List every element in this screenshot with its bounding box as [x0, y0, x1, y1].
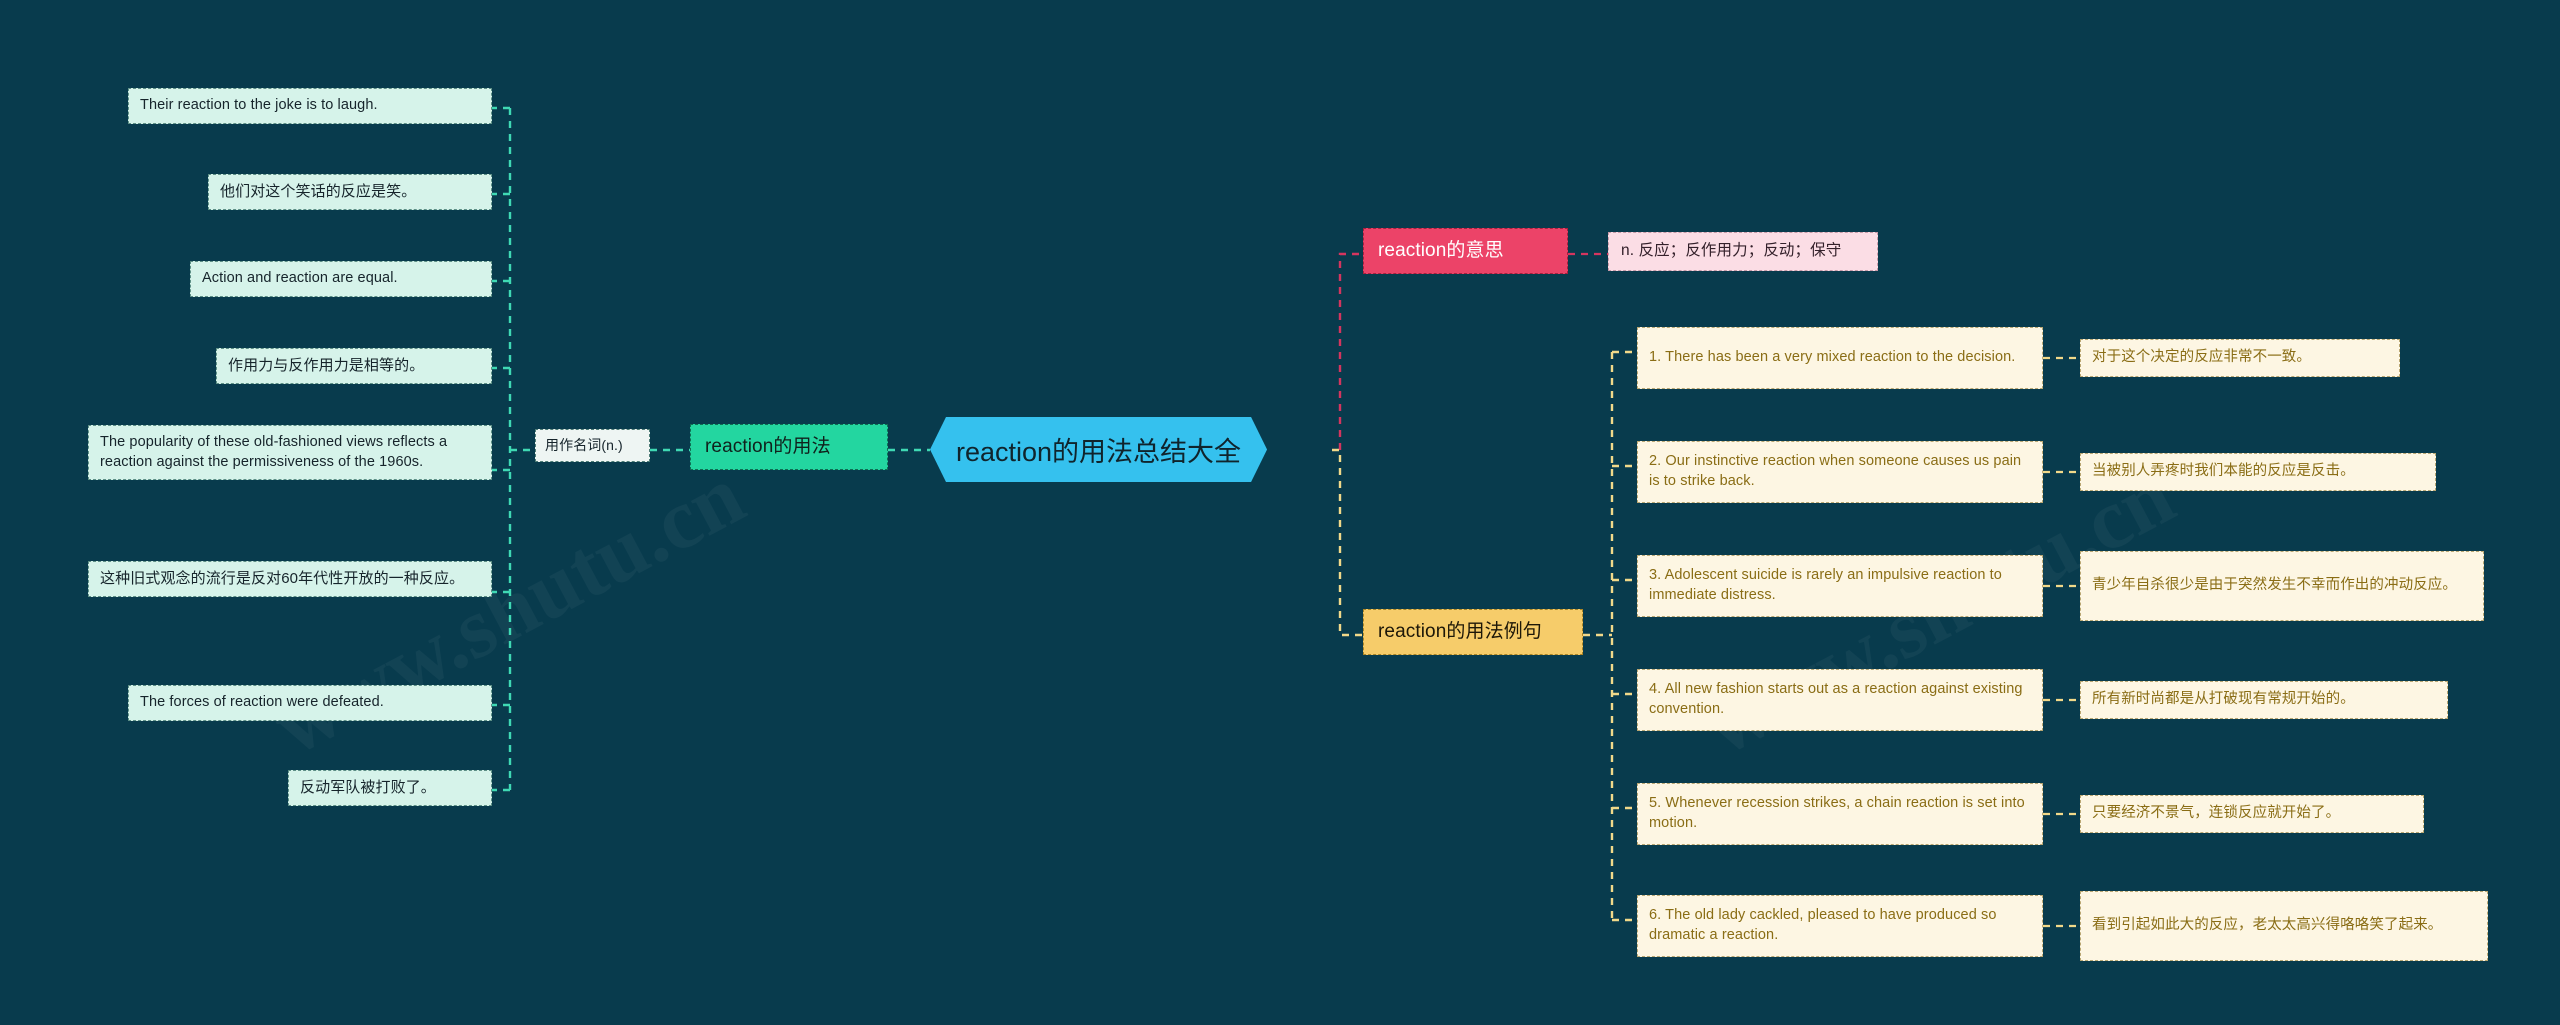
example-sentence: 3. Adolescent suicide is rarely an impul…	[1649, 567, 2002, 603]
leaf-text: Their reaction to the joke is to laugh.	[140, 97, 378, 113]
example-sentence: 4. All new fashion starts out as a react…	[1649, 681, 2023, 717]
list-item[interactable]: 1. There has been a very mixed reaction …	[1637, 327, 2043, 389]
example-sentence: 2. Our instinctive reaction when someone…	[1649, 453, 2022, 489]
leaf-text: 作用力与反作用力是相等的。	[228, 357, 425, 374]
leaf-text: 这种旧式观念的流行是反对60年代性开放的一种反应。	[100, 570, 465, 587]
node-label: reaction的意思	[1378, 240, 1504, 261]
node-label: 用作名词(n.)	[545, 437, 623, 453]
example-translation: 当被别人弄疼时我们本能的反应是反击。	[2092, 463, 2355, 479]
center-node[interactable]: reaction的用法总结大全	[930, 417, 1267, 482]
example-translation: 看到引起如此大的反应，老太太高兴得咯咯笑了起来。	[2092, 917, 2443, 934]
list-item[interactable]: 2. Our instinctive reaction when someone…	[1637, 441, 2043, 503]
leaf-text: Action and reaction are equal.	[202, 270, 398, 286]
mindmap-canvas: www.shutu.cn www.shutu.cn	[0, 0, 2560, 1025]
connector-lines	[492, 106, 2080, 928]
meaning-text: n. 反应；反作用力；反动；保守	[1621, 242, 1842, 259]
example-sentence: 5. Whenever recession strikes, a chain r…	[1649, 795, 2025, 831]
list-item[interactable]: Action and reaction are equal.	[190, 261, 492, 297]
list-item[interactable]: 4. All new fashion starts out as a react…	[1637, 669, 2043, 731]
list-item[interactable]: 3. Adolescent suicide is rarely an impul…	[1637, 555, 2043, 617]
list-item[interactable]: 他们对这个笑话的反应是笑。	[208, 174, 492, 211]
example-sentence: 1. There has been a very mixed reaction …	[1649, 349, 2016, 366]
list-item[interactable]: 当被别人弄疼时我们本能的反应是反击。	[2080, 453, 2436, 491]
page-title: reaction的用法总结大全	[930, 417, 1267, 482]
example-translation: 青少年自杀很少是由于突然发生不幸而作出的冲动反应。	[2092, 577, 2457, 594]
node-usage-branch[interactable]: reaction的用法	[690, 424, 888, 470]
example-translation: 所有新时尚都是从打破现有常规开始的。	[2092, 691, 2355, 707]
list-item[interactable]: 6. The old lady cackled, pleased to have…	[1637, 895, 2043, 957]
list-item[interactable]: 看到引起如此大的反应，老太太高兴得咯咯笑了起来。	[2080, 891, 2488, 961]
list-item[interactable]: 所有新时尚都是从打破现有常规开始的。	[2080, 681, 2448, 719]
leaf-text: The popularity of these old-fashioned vi…	[100, 434, 448, 470]
example-translation: 对于这个决定的反应非常不一致。	[2092, 349, 2311, 365]
list-item[interactable]: 青少年自杀很少是由于突然发生不幸而作出的冲动反应。	[2080, 551, 2484, 621]
leaf-text: 反动军队被打败了。	[300, 779, 436, 796]
list-item[interactable]: The popularity of these old-fashioned vi…	[88, 425, 492, 481]
node-meaning-value[interactable]: n. 反应；反作用力；反动；保守	[1608, 232, 1878, 271]
list-item[interactable]: Their reaction to the joke is to laugh.	[128, 88, 492, 124]
example-translation: 只要经济不景气，连锁反应就开始了。	[2092, 805, 2341, 821]
node-label: reaction的用法例句	[1378, 621, 1542, 642]
list-item[interactable]: 这种旧式观念的流行是反对60年代性开放的一种反应。	[88, 561, 492, 598]
node-label: reaction的用法	[705, 436, 831, 457]
leaf-text: 他们对这个笑话的反应是笑。	[220, 183, 417, 200]
list-item[interactable]: 作用力与反作用力是相等的。	[216, 348, 492, 385]
node-meaning-branch[interactable]: reaction的意思	[1363, 228, 1568, 274]
node-examples-branch[interactable]: reaction的用法例句	[1363, 609, 1583, 655]
list-item[interactable]: 反动军队被打败了。	[288, 770, 492, 807]
list-item[interactable]: 对于这个决定的反应非常不一致。	[2080, 339, 2400, 377]
list-item[interactable]: 只要经济不景气，连锁反应就开始了。	[2080, 795, 2424, 833]
list-item[interactable]: 5. Whenever recession strikes, a chain r…	[1637, 783, 2043, 845]
example-sentence: 6. The old lady cackled, pleased to have…	[1649, 907, 1997, 943]
list-item[interactable]: The forces of reaction were defeated.	[128, 685, 492, 721]
leaf-text: The forces of reaction were defeated.	[140, 694, 384, 710]
node-part-of-speech[interactable]: 用作名词(n.)	[535, 429, 650, 462]
